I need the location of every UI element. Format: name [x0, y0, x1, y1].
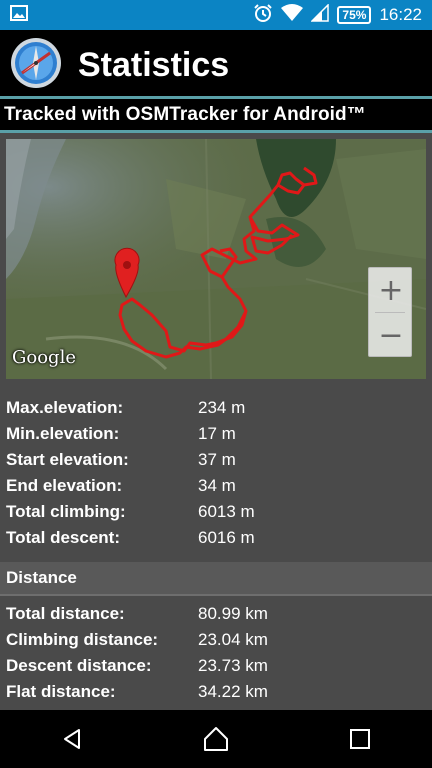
recents-button[interactable] — [330, 710, 390, 768]
divider — [0, 594, 432, 596]
stat-label: Min.elevation: — [6, 424, 120, 443]
stat-label: Flat distance: — [6, 682, 116, 701]
stat-label: Start elevation: — [6, 450, 129, 469]
zoom-out-button[interactable]: − — [369, 313, 413, 357]
stat-value: 37 m — [198, 450, 236, 469]
stat-label: Descent distance: — [6, 656, 152, 675]
recents-icon — [350, 729, 370, 749]
stat-value: 23.73 km — [198, 656, 268, 675]
stat-label: End elevation: — [6, 476, 123, 495]
app-bar: Statistics — [0, 30, 432, 100]
stat-value: 6016 m — [198, 528, 255, 547]
alarm-icon — [253, 3, 273, 28]
stat-value: 6013 m — [198, 502, 255, 521]
image-notification-icon — [10, 4, 28, 26]
status-bar: 75% 16:22 — [0, 0, 432, 30]
back-button[interactable] — [42, 710, 102, 768]
stat-label: Total climbing: — [6, 502, 126, 521]
signal-icon — [310, 2, 330, 27]
stat-label: Total descent: — [6, 528, 120, 547]
stat-value: 17 m — [198, 424, 236, 443]
stat-label: Climbing distance: — [6, 630, 159, 649]
stat-value: 23.04 km — [198, 630, 268, 649]
subtitle: Tracked with OSMTracker for Android™ — [4, 104, 366, 125]
back-icon — [64, 729, 80, 749]
stat-value: 234 m — [198, 398, 246, 417]
stat-row: Start elevation: 37 m — [0, 446, 432, 472]
navigation-bar — [0, 710, 432, 768]
map-view[interactable]: + − Google — [6, 139, 426, 379]
stat-row: End elevation: 34 m — [0, 472, 432, 498]
subtitle-bar: Tracked with OSMTracker for Android™ — [0, 100, 432, 130]
stat-row: Climbing distance: 23.04 km — [0, 626, 432, 652]
section-title: Distance — [6, 568, 77, 587]
stat-row: Max.elevation: 234 m — [0, 394, 432, 420]
page-title: Statistics — [78, 45, 230, 84]
home-icon — [204, 727, 228, 751]
stat-value: 80.99 km — [198, 604, 268, 623]
compass-icon[interactable] — [10, 37, 62, 94]
stat-label: Max.elevation: — [6, 398, 124, 417]
wifi-icon — [281, 3, 304, 27]
stat-value: 34.22 km — [198, 682, 268, 701]
satellite-map — [6, 139, 426, 379]
clock: 16:22 — [379, 5, 422, 24]
zoom-controls: + − — [368, 267, 412, 357]
stat-row: Min.elevation: 17 m — [0, 420, 432, 446]
distance-stats: Total distance: 80.99 km Climbing distan… — [0, 600, 432, 704]
section-header-distance: Distance — [0, 562, 432, 594]
stat-row: Total descent: 6016 m — [0, 524, 432, 550]
zoom-in-button[interactable]: + — [369, 268, 413, 312]
stat-value: 34 m — [198, 476, 236, 495]
stat-row: Total distance: 80.99 km — [0, 600, 432, 626]
stat-row: Flat distance: 34.22 km — [0, 678, 432, 704]
stat-row: Total climbing: 6013 m — [0, 498, 432, 524]
home-button[interactable] — [186, 710, 246, 768]
divider — [0, 96, 432, 99]
stat-label: Total distance: — [6, 604, 125, 623]
battery-indicator: 75% — [337, 6, 372, 24]
divider — [0, 130, 432, 133]
stat-row: Descent distance: 23.73 km — [0, 652, 432, 678]
elevation-stats: Max.elevation: 234 m Min.elevation: 17 m… — [0, 394, 432, 550]
google-logo: Google — [12, 347, 76, 368]
